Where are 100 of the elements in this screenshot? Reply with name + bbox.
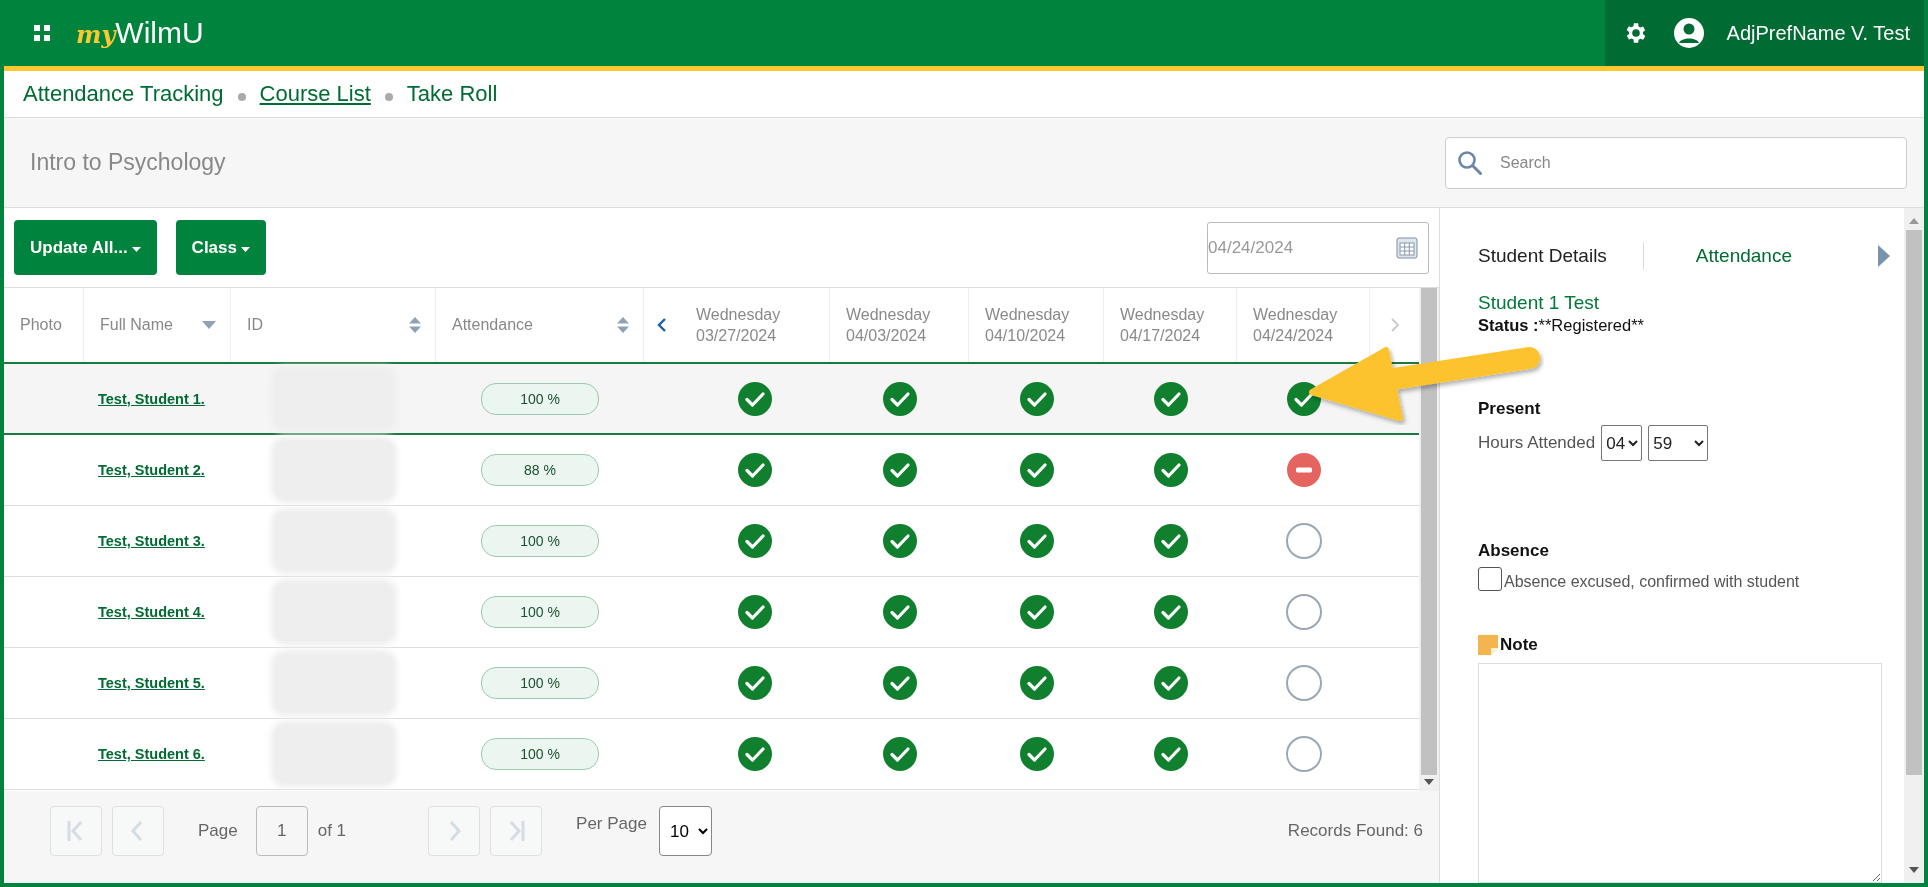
present-check-icon[interactable] [881,452,918,488]
course-title: Intro to Psychology [30,149,226,176]
collapse-panel-icon[interactable] [1878,245,1890,267]
present-check-icon[interactable] [1018,594,1055,630]
page-count: of 1 [317,821,347,841]
page-label: Page [198,821,238,841]
breadcrumb-text: Take Roll [406,81,498,107]
sort-icon[interactable] [617,317,629,333]
attendance-percent: 100 % [481,525,599,557]
status-text: Status :**Registered** [1478,316,1645,335]
present-check-icon[interactable] [1152,523,1189,559]
present-check-icon[interactable] [737,452,773,488]
logo-script-text: my [76,20,116,49]
absent-minus-icon[interactable] [1285,452,1322,488]
note-label: Note [1500,635,1538,655]
date-value: 04/24/2024 [1208,237,1294,258]
present-check-icon[interactable] [1152,452,1189,488]
present-check-icon[interactable] [737,523,773,559]
day-header: Wednesday [1120,305,1205,325]
logo-text: WilmU [115,16,204,50]
present-check-icon[interactable] [737,736,773,772]
student-name: Student 1 Test [1478,292,1601,314]
sticky-note-icon [1478,635,1498,655]
day-header: Wednesday [985,305,1070,325]
present-check-icon[interactable] [737,380,773,417]
present-label: Present [1478,399,1542,419]
day-header: Wednesday [846,305,931,325]
dropdown-button[interactable]: Update All... [14,220,157,275]
present-check-icon[interactable] [881,380,918,417]
hours-label: Hours Attended [1478,433,1596,453]
present-check-icon[interactable] [881,523,918,559]
present-check-icon[interactable] [881,594,918,630]
date-header: 04/24/2024 [1253,326,1334,346]
chevron-left-icon[interactable] [657,317,667,333]
student-name-link[interactable]: Test, Student 4. [98,604,205,620]
per-page-select[interactable]: 10 [658,806,712,856]
present-check-icon[interactable] [1152,594,1189,630]
absence-label: Absence [1478,541,1550,561]
student-name-link[interactable]: Test, Student 2. [98,462,205,478]
present-check-icon[interactable] [1018,523,1055,559]
scroll-down-icon[interactable] [1424,779,1434,785]
present-check-icon[interactable] [1285,380,1322,417]
attendance-percent: 100 % [481,738,599,770]
date-header: 04/10/2024 [985,326,1066,346]
caret-icon [241,247,250,252]
date-header: 04/03/2024 [846,326,927,346]
column-header[interactable]: Full Name [100,316,173,334]
student-name-link[interactable]: Test, Student 6. [98,746,205,762]
scrollbar[interactable] [1419,288,1439,791]
column-header[interactable]: Attendance [452,316,533,334]
present-check-icon[interactable] [881,665,918,701]
column-header[interactable]: ID [247,316,263,334]
present-check-icon[interactable] [1018,452,1055,488]
breadcrumb-text: Attendance Tracking [23,81,224,107]
checkbox-label[interactable]: Absence excused, confirmed with student [1504,573,1800,591]
day-header: Wednesday [1253,305,1338,325]
apps-grid-icon[interactable] [34,25,50,41]
dropdown-button[interactable]: Class [175,220,266,275]
day-header: Wednesday [696,305,781,325]
column-header: Photo [20,316,62,334]
present-check-icon[interactable] [1152,665,1189,701]
student-name-link[interactable]: Test, Student 1. [98,390,205,407]
panel-tab[interactable]: Student Details [1478,245,1643,267]
hours-select[interactable]: 04 [1601,425,1643,461]
present-check-icon[interactable] [1018,380,1055,417]
present-check-icon[interactable] [881,736,918,772]
search-icon [1457,149,1483,176]
student-name-link[interactable]: Test, Student 3. [98,533,205,549]
calendar-icon[interactable] [1396,236,1418,259]
note-field[interactable] [1478,663,1882,883]
records-count: Records Found: 6 [1287,821,1423,841]
separator-dot [384,93,393,101]
panel-tab[interactable]: Attendance [1695,245,1828,267]
per-page-label: Per Page [576,814,647,834]
present-check-icon[interactable] [1018,736,1055,772]
page-number-field[interactable]: 1 [255,806,308,856]
sort-descending-icon[interactable] [202,321,216,329]
present-check-icon[interactable] [1018,665,1055,701]
scrollbar[interactable] [1904,208,1924,883]
search-field[interactable]: Search [1445,136,1907,189]
present-check-icon[interactable] [737,594,773,630]
separator-dot [237,93,246,101]
date-header: 04/17/2024 [1120,326,1201,346]
scroll-down-icon[interactable] [1909,867,1919,873]
attendance-percent: 88 % [481,454,599,486]
date-header: 03/27/2024 [696,326,777,346]
student-name-link[interactable]: Test, Student 5. [98,675,205,691]
present-check-icon[interactable] [1152,380,1189,417]
breadcrumb-link[interactable]: Course List [259,81,371,107]
attendance-percent: 100 % [481,596,599,628]
table-row[interactable]: Test, Student 1. 100 % [4,364,1419,435]
minutes-select[interactable]: 59 [1648,425,1709,461]
sort-icon[interactable] [409,317,421,333]
present-check-icon[interactable] [737,665,773,701]
user-avatar-icon[interactable] [1672,17,1705,49]
caret-icon [131,247,141,252]
present-check-icon[interactable] [1152,736,1189,772]
attendance-percent: 100 % [481,382,599,415]
checkbox[interactable] [1478,567,1502,591]
attendance-percent: 100 % [481,667,599,699]
